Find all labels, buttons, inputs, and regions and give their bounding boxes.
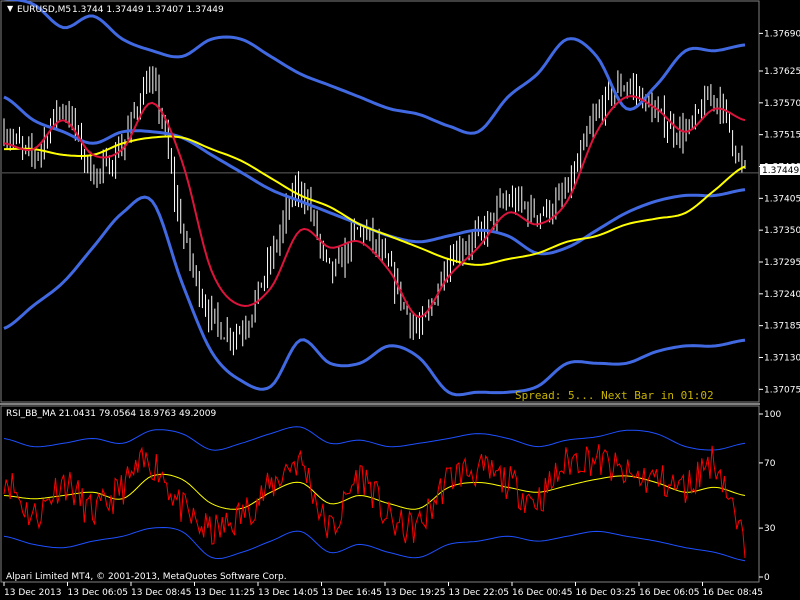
price-tick-label: 1.37185 bbox=[764, 322, 800, 332]
indicator-title: RSI_BB_MA 21.0431 79.0564 18.9763 49.200… bbox=[6, 409, 216, 419]
ma-fast-line bbox=[3, 95, 746, 319]
time-label: 13 Dec 2013 bbox=[4, 588, 62, 598]
spread-info: Spread: 5... Next Bar in 01:02 bbox=[515, 389, 714, 402]
price-tick-label: 1.37350 bbox=[764, 226, 800, 236]
rsi-tick-label: 0 bbox=[764, 573, 770, 583]
chart-title: EURUSD,M5 bbox=[17, 5, 71, 15]
price-tick-label: 1.37625 bbox=[764, 67, 800, 77]
time-label: 16 Dec 00:45 bbox=[512, 588, 573, 598]
bb-upper-line bbox=[3, 0, 746, 135]
rsi-band-lower bbox=[3, 526, 746, 562]
rsi-tick-label: 100 bbox=[764, 410, 781, 420]
rsi-band-upper bbox=[3, 426, 746, 451]
main-chart-frame bbox=[0, 0, 760, 403]
rsi-tick-label: 70 bbox=[764, 459, 776, 469]
time-label: 16 Dec 08:45 bbox=[703, 588, 764, 598]
current-price-label: 1.37449 bbox=[762, 166, 799, 176]
price-tick-label: 1.37405 bbox=[764, 194, 800, 204]
bb-lower-line bbox=[3, 195, 746, 397]
time-label: 13 Dec 14:05 bbox=[258, 588, 319, 598]
time-label: 16 Dec 06:05 bbox=[639, 588, 700, 598]
time-label: 13 Dec 19:25 bbox=[385, 588, 446, 598]
price-tick-label: 1.37515 bbox=[764, 131, 800, 141]
price-tick-label: 1.37570 bbox=[764, 99, 800, 109]
price-tick-label: 1.37075 bbox=[764, 385, 800, 395]
copyright-text: Alpari Limited MT4, © 2001-2013, MetaQuo… bbox=[6, 572, 287, 582]
price-tick-label: 1.37295 bbox=[764, 258, 800, 268]
price-tick-label: 1.37130 bbox=[764, 353, 800, 363]
time-label: 13 Dec 08:45 bbox=[131, 588, 192, 598]
indicator-layer bbox=[3, 426, 746, 562]
ohlc-readout: 1.3744 1.37449 1.37407 1.37449 bbox=[72, 5, 224, 15]
rsi-line bbox=[3, 444, 746, 559]
chart-canvas[interactable]: 1.376901.376251.375701.375151.374601.374… bbox=[0, 0, 800, 600]
price-tick-label: 1.37240 bbox=[764, 290, 800, 300]
time-label: 13 Dec 11:25 bbox=[195, 588, 256, 598]
price-tick-label: 1.37690 bbox=[764, 29, 800, 39]
main-price-layer bbox=[2, 0, 759, 397]
rsi-tick-label: 30 bbox=[764, 524, 776, 534]
time-label: 13 Dec 22:05 bbox=[449, 588, 510, 598]
time-label: 13 Dec 16:45 bbox=[322, 588, 383, 598]
menu-triangle-icon[interactable]: ▼ bbox=[7, 4, 14, 13]
time-label: 13 Dec 06:05 bbox=[68, 588, 129, 598]
time-label: 16 Dec 03:25 bbox=[576, 588, 637, 598]
